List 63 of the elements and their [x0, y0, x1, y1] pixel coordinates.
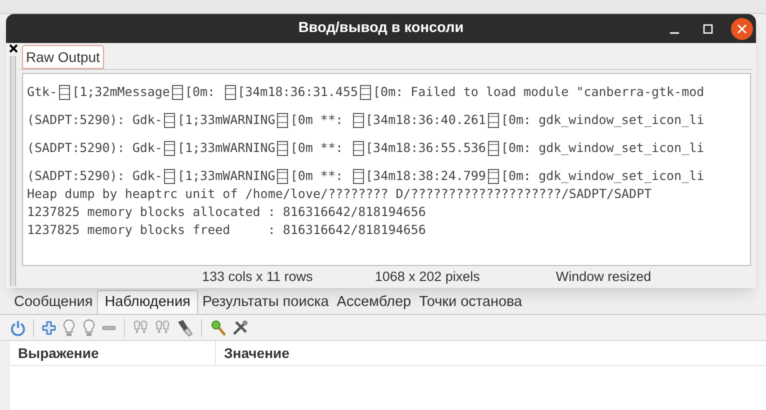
bug-search-icon[interactable]: [209, 318, 227, 336]
tab[interactable]: Результаты поиска: [198, 292, 333, 314]
maximize-icon: [703, 24, 713, 34]
status-text: 133 cols x 11 rows: [202, 268, 313, 286]
tab[interactable]: Точки останова: [415, 292, 526, 314]
console-text: [34m18:36:40.261: [366, 111, 486, 128]
console-text: [1;33mWARNING: [177, 111, 276, 128]
console-text: (SADPT:5290): Gdk-: [27, 139, 162, 156]
console-text: [0m: gdk_window_set_icon_li: [500, 111, 704, 128]
escape-glyph-icon: [488, 141, 499, 156]
console-text: [0m **:: [290, 139, 344, 156]
status-text: Window resized: [556, 268, 652, 286]
console-text: [1;33mWARNING: [177, 139, 276, 156]
column-header[interactable]: Выражение: [10, 341, 215, 365]
power-icon[interactable]: [10, 320, 26, 336]
escape-glyph-icon: [277, 169, 288, 184]
console-text: (SADPT:5290): Gdk-: [27, 111, 162, 128]
column-header[interactable]: Значение: [215, 341, 766, 365]
escape-glyph-icon: [488, 169, 499, 184]
console-text: 1237825 memory blocks allocated : 816316642/818194656: [27, 203, 426, 220]
window-title: Ввод/вывод в консоли: [298, 18, 464, 38]
escape-glyph-icon: [277, 141, 288, 156]
console-text: (SADPT:5290): Gdk-: [27, 167, 162, 184]
console-text: [0m:: [184, 83, 216, 100]
console-text: [1;32mMessage: [72, 83, 170, 100]
console-text: [34m18:36:55.536: [366, 139, 486, 156]
console-text: [0m: gdk_window_set_icon_li: [500, 139, 704, 156]
tab[interactable]: Raw Output: [22, 45, 104, 69]
close-icon[interactable]: [8, 44, 18, 53]
console-text: Gtk-: [27, 83, 58, 100]
console-text: [34m18:38:24.799: [366, 167, 486, 184]
close-button[interactable]: [731, 18, 753, 40]
tab[interactable]: Сообщения: [10, 292, 97, 314]
status-text: 1068 x 202 pixels: [374, 268, 480, 286]
tab[interactable]: Ассемблер: [332, 292, 416, 314]
escape-glyph-icon: [164, 169, 176, 184]
tab[interactable]: Наблюдения: [96, 290, 198, 314]
escape-glyph-icon: [360, 85, 372, 100]
console-text: [0m **:: [290, 111, 344, 128]
console-text: Heap dump by heaptrc unit of /home/love/???????? D/????????????????????/SADPT/SADPT: [27, 185, 652, 202]
close-icon: [737, 24, 747, 34]
escape-glyph-icon: [164, 113, 176, 128]
flashlight-icon[interactable]: [176, 318, 194, 336]
escape-glyph-icon: [59, 85, 70, 100]
escape-glyph-icon: [172, 85, 183, 100]
light-bulb-icon[interactable]: [61, 318, 77, 336]
escape-glyph-icon: [352, 169, 364, 184]
console-text: [0m: gdk_window_set_icon_li: [500, 167, 704, 184]
light-bulb-icon[interactable]: [81, 318, 97, 336]
escape-glyph-icon: [224, 85, 236, 100]
escape-glyph-icon: [488, 113, 499, 128]
console-text: [0m: Failed to load module "canberra-gtk-mod: [373, 83, 704, 100]
console-text: 1237825 memory blocks freed : 816316642/818194656: [27, 221, 426, 238]
console-text: [1;33mWARNING: [177, 167, 276, 184]
tools-icon[interactable]: [231, 318, 249, 336]
escape-glyph-icon: [352, 113, 364, 128]
escape-glyph-icon: [277, 113, 288, 128]
escape-glyph-icon: [164, 141, 176, 156]
console-text: [0m **:: [290, 167, 344, 184]
escape-glyph-icon: [352, 141, 364, 156]
add-icon[interactable]: [41, 320, 57, 336]
minimize-icon: [670, 32, 678, 34]
console-text: [34m18:36:31.455: [238, 83, 358, 100]
